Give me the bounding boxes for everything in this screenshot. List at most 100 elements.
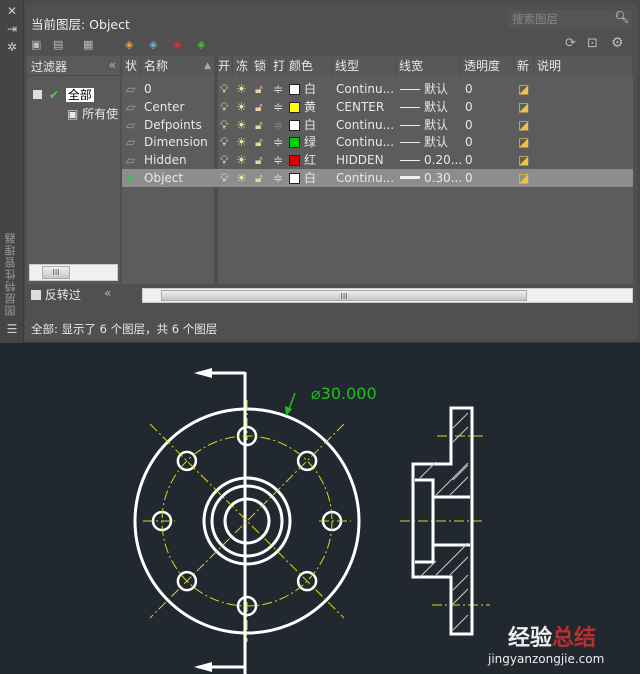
refresh-icon[interactable]: ⟳: [565, 36, 576, 51]
bulb-on-icon[interactable]: 💡︎: [220, 169, 228, 187]
unlock-icon[interactable]: 🔓︎: [255, 98, 263, 116]
layer-color[interactable]: 白: [289, 80, 316, 98]
plot-icon[interactable]: ≑: [273, 98, 283, 116]
layer-row[interactable]: ▱ 0 💡︎ ☀ 🔓︎ ≑ 白 Continu... 默认 0 ◪: [122, 80, 633, 98]
drawing-canvas[interactable]: ⌀30.000 经验总结 jingyanzongjie.com: [0, 343, 640, 674]
filter-scrollbar[interactable]: III: [29, 264, 118, 281]
layer-name[interactable]: Dimension: [144, 133, 208, 151]
bulb-on-icon[interactable]: 💡︎: [220, 80, 228, 98]
column-freeze[interactable]: 冻: [233, 56, 251, 76]
collapse-icon[interactable]: «: [109, 58, 116, 72]
new-group-filter-icon[interactable]: ▤: [53, 38, 63, 51]
layer-transparency[interactable]: 0: [465, 98, 473, 116]
invert-filter-checkbox[interactable]: 反转过: [31, 286, 81, 303]
column-transparency[interactable]: 透明度: [461, 56, 514, 76]
filter-all-used[interactable]: ▣ 所有使: [67, 105, 120, 122]
autohide-icon[interactable]: ⇥: [5, 22, 19, 36]
column-description[interactable]: 说明: [534, 56, 633, 76]
layer-name[interactable]: Object: [144, 169, 183, 187]
layer-row[interactable]: ▱ Hidden 💡︎ ☀ 🔓︎ ≑ 红 HIDDEN 0.20... 0 ◪: [122, 151, 633, 169]
column-lock[interactable]: 锁: [251, 56, 270, 76]
new-layer-icon[interactable]: ◈: [125, 38, 133, 51]
layer-lineweight[interactable]: 0.30...: [400, 169, 462, 187]
layer-transparency[interactable]: 0: [465, 169, 473, 187]
sun-thawed-icon[interactable]: ☀: [236, 133, 247, 151]
collapse-toggle-icon[interactable]: [33, 90, 42, 99]
column-new-vp-freeze[interactable]: 新: [514, 56, 534, 76]
layer-linetype[interactable]: Continu...: [336, 80, 394, 98]
unlock-icon[interactable]: 🔓︎: [255, 116, 263, 134]
collapse-filters-icon[interactable]: «: [104, 286, 111, 300]
filter-all[interactable]: ✔ 全部: [33, 86, 94, 103]
column-status[interactable]: 状: [122, 56, 141, 76]
layer-linetype[interactable]: Continu...: [336, 169, 394, 187]
search-layers-input[interactable]: 搜索图层 🔍︎: [508, 10, 632, 28]
grid-scrollbar[interactable]: III: [142, 288, 633, 303]
column-plot[interactable]: 打: [270, 56, 286, 76]
layer-row[interactable]: ▱ Center 💡︎ ☀ 🔓︎ ≑ 黄 CENTER 默认 0 ◪: [122, 98, 633, 116]
column-lineweight[interactable]: 线宽: [396, 56, 461, 76]
layer-linetype[interactable]: Continu...: [336, 116, 394, 134]
sun-thawed-icon[interactable]: ☀: [236, 169, 247, 187]
unlock-icon[interactable]: 🔓︎: [255, 169, 263, 187]
column-linetype[interactable]: 线型: [332, 56, 396, 76]
layer-color[interactable]: 红: [289, 151, 316, 169]
unlock-icon[interactable]: 🔓︎: [255, 133, 263, 151]
column-color[interactable]: 颜色: [286, 56, 332, 76]
layer-lineweight[interactable]: 默认: [400, 116, 448, 134]
set-current-icon[interactable]: ◈: [197, 38, 205, 51]
properties-icon[interactable]: ✲: [5, 40, 19, 54]
layer-name[interactable]: 0: [144, 80, 152, 98]
unlock-icon[interactable]: 🔓︎: [255, 80, 263, 98]
layer-transparency[interactable]: 0: [465, 80, 473, 98]
new-vp-freeze-icon[interactable]: ◪: [518, 169, 529, 187]
new-vp-frozen-layer-icon[interactable]: ◈: [149, 38, 157, 51]
layer-linetype[interactable]: CENTER: [336, 98, 384, 116]
plot-icon[interactable]: ≑: [273, 80, 283, 98]
layer-lineweight[interactable]: 默认: [400, 80, 448, 98]
unlock-icon[interactable]: 🔓︎: [255, 151, 263, 169]
new-vp-freeze-icon[interactable]: ◪: [518, 98, 529, 116]
layer-color[interactable]: 白: [289, 116, 316, 134]
bulb-on-icon[interactable]: 💡︎: [220, 98, 228, 116]
sun-thawed-icon[interactable]: ☀: [236, 151, 247, 169]
layer-color[interactable]: 白: [289, 169, 316, 187]
layer-name[interactable]: Hidden: [144, 151, 187, 169]
layer-lineweight[interactable]: 默认: [400, 98, 448, 116]
plot-icon[interactable]: ≑: [273, 133, 283, 151]
delete-layer-icon[interactable]: ◈: [173, 38, 181, 51]
layer-row[interactable]: ▱ Dimension 💡︎ ☀ 🔓︎ ≑ 绿 Continu... 默认 0 …: [122, 133, 633, 151]
sun-thawed-icon[interactable]: ☀: [236, 98, 247, 116]
settings-export-icon[interactable]: ⊡: [587, 36, 598, 51]
sun-thawed-icon[interactable]: ☀: [236, 80, 247, 98]
gear-icon[interactable]: ⚙: [611, 35, 624, 51]
bulb-on-icon[interactable]: 💡︎: [220, 151, 228, 169]
layer-color[interactable]: 黄: [289, 98, 316, 116]
new-property-filter-icon[interactable]: ▣: [31, 38, 41, 51]
plot-icon[interactable]: ≑: [273, 151, 283, 169]
layer-row[interactable]: ✔ Object 💡︎ ☀ 🔓︎ ≑ 白 Continu... 0.30... …: [122, 169, 633, 187]
plot-icon[interactable]: ≑: [273, 116, 283, 134]
layer-transparency[interactable]: 0: [465, 116, 473, 134]
new-vp-freeze-icon[interactable]: ◪: [518, 80, 529, 98]
layer-row[interactable]: ▱ Defpoints 💡︎ ☀ 🔓︎ ≑ 白 Continu... 默认 0 …: [122, 116, 633, 134]
new-vp-freeze-icon[interactable]: ◪: [518, 151, 529, 169]
layer-lineweight[interactable]: 0.20...: [400, 151, 462, 169]
new-vp-freeze-icon[interactable]: ◪: [518, 116, 529, 134]
layer-transparency[interactable]: 0: [465, 133, 473, 151]
layer-states-icon[interactable]: ▦: [83, 38, 93, 51]
layer-lineweight[interactable]: 默认: [400, 133, 448, 151]
column-name[interactable]: 名称 ▲: [141, 56, 215, 76]
bulb-on-icon[interactable]: 💡︎: [220, 116, 228, 134]
layer-color[interactable]: 绿: [289, 133, 316, 151]
new-vp-freeze-icon[interactable]: ◪: [518, 133, 529, 151]
layer-linetype[interactable]: Continu...: [336, 133, 394, 151]
bulb-on-icon[interactable]: 💡︎: [220, 133, 228, 151]
plot-icon[interactable]: ≑: [273, 169, 283, 187]
sun-thawed-icon[interactable]: ☀: [236, 116, 247, 134]
close-icon[interactable]: ✕: [5, 4, 19, 18]
layer-name[interactable]: Center: [144, 98, 184, 116]
layer-linetype[interactable]: HIDDEN: [336, 151, 384, 169]
layer-name[interactable]: Defpoints: [144, 116, 202, 134]
layer-transparency[interactable]: 0: [465, 151, 473, 169]
